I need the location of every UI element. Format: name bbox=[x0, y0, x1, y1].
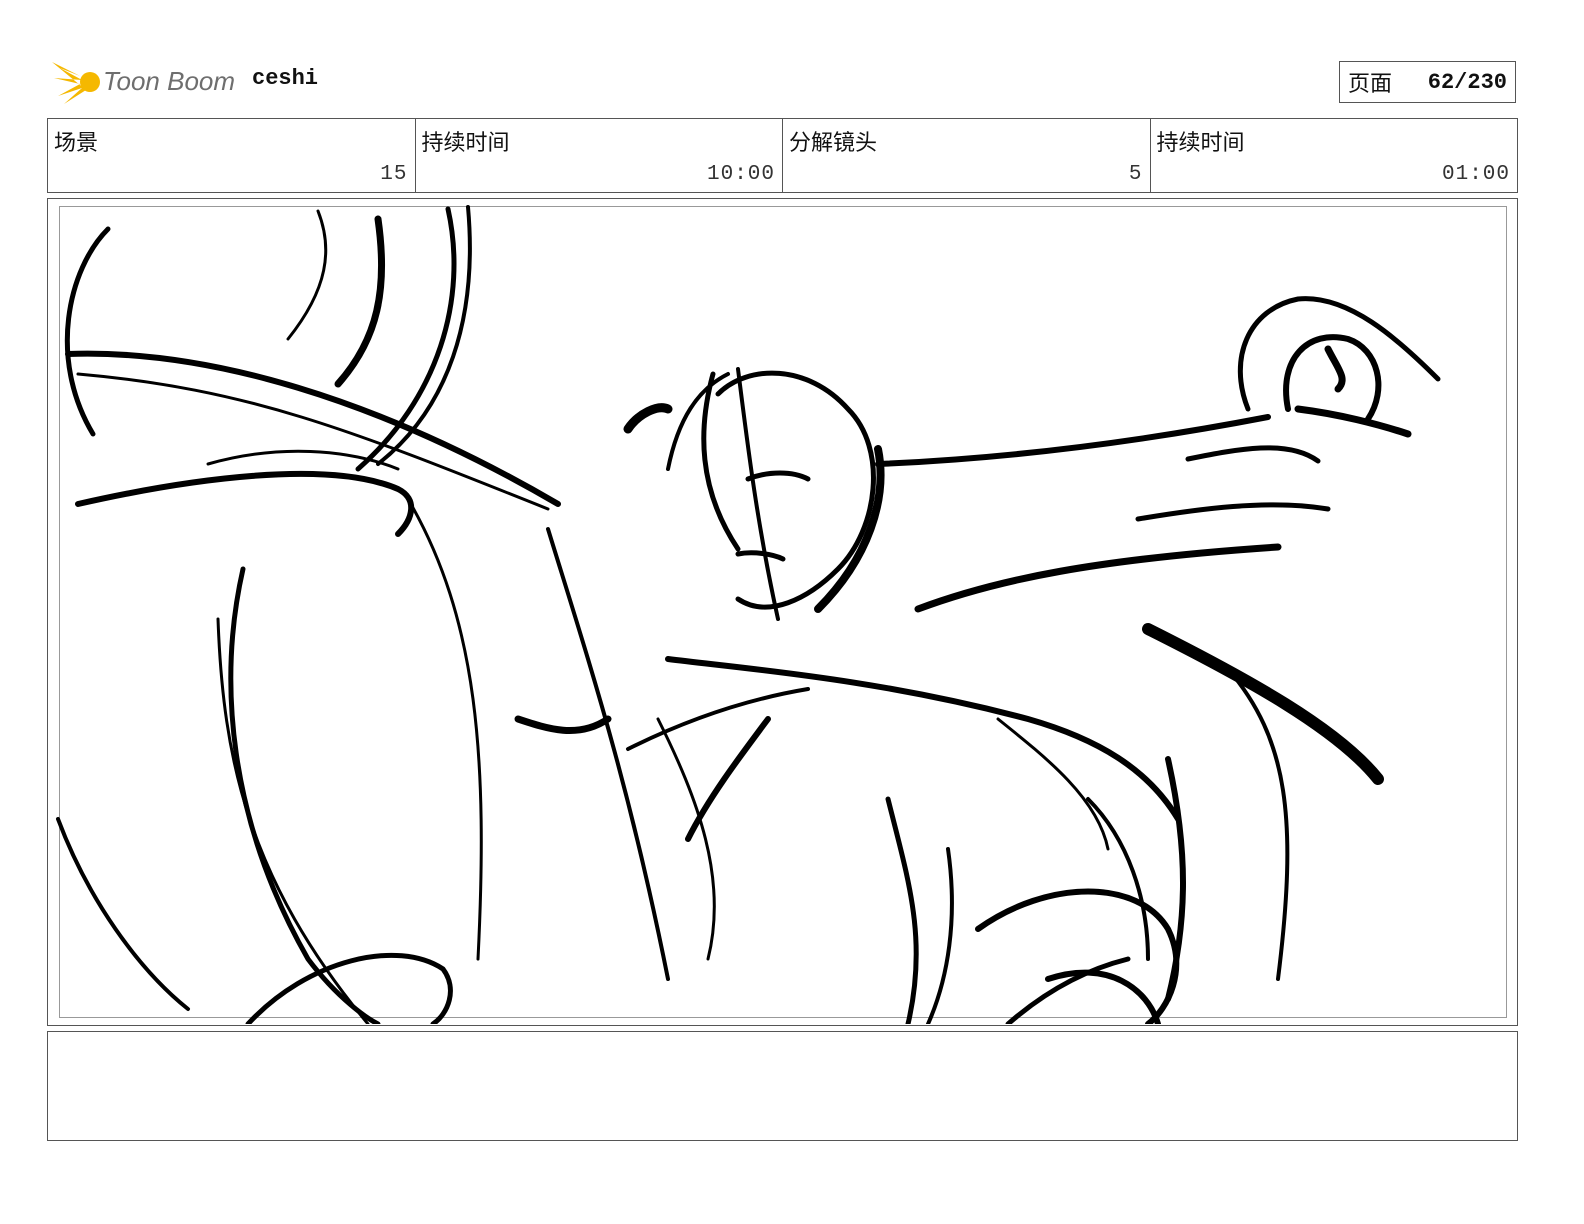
logo-wordmark: Toon Boom bbox=[103, 66, 236, 96]
scene-duration-label: 持续时间 bbox=[421, 131, 510, 156]
panel-duration-value: 01:00 bbox=[1441, 163, 1510, 186]
panel-value: 5 bbox=[1128, 163, 1143, 186]
scene-duration-cell: 持续时间 10:00 bbox=[416, 119, 783, 192]
scene-label: 场景 bbox=[54, 131, 99, 156]
panel-cell: 分解镜头 5 bbox=[783, 119, 1151, 192]
page-number: 62/230 bbox=[1427, 69, 1507, 95]
page-indicator: 页面 62/230 bbox=[1339, 61, 1516, 103]
toon-boom-star-icon bbox=[52, 62, 100, 104]
panel-sketch-image bbox=[56, 205, 1441, 1024]
panel-duration-cell: 持续时间 01:00 bbox=[1151, 119, 1518, 192]
page-label: 页面 bbox=[1348, 72, 1393, 97]
panel-info-row: 场景 15 持续时间 10:00 分解镜头 5 持续时间 01:00 bbox=[47, 118, 1518, 193]
toon-boom-logo: Toon Boom bbox=[50, 56, 240, 106]
panel-label: 分解镜头 bbox=[789, 131, 878, 156]
panel-duration-label: 持续时间 bbox=[1156, 131, 1245, 156]
scene-value: 15 bbox=[380, 163, 408, 186]
storyboard-panel bbox=[47, 198, 1518, 1026]
project-name: ceshi bbox=[252, 66, 319, 91]
scene-duration-value: 10:00 bbox=[706, 163, 775, 186]
panel-notes-area bbox=[47, 1031, 1518, 1141]
scene-cell: 场景 15 bbox=[48, 119, 416, 192]
